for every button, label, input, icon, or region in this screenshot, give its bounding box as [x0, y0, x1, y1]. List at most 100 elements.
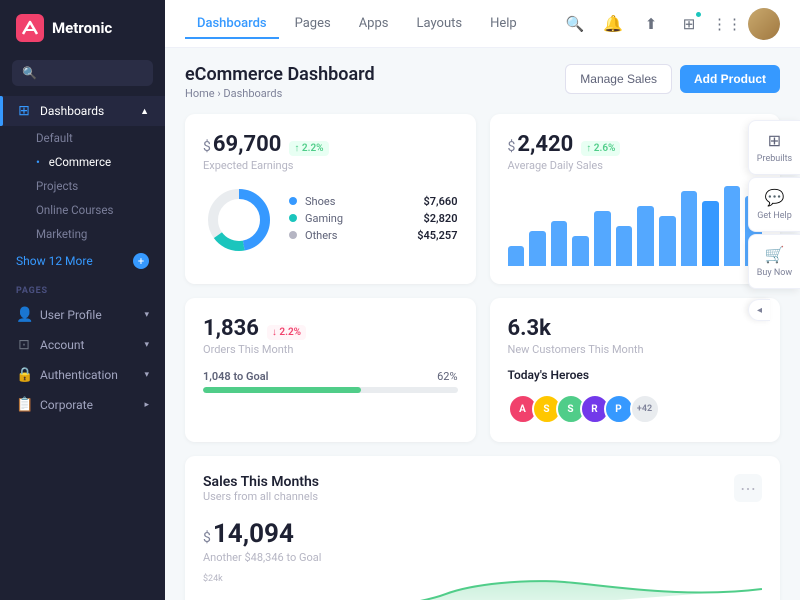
sidebar-sub-marketing[interactable]: Marketing [0, 222, 165, 246]
right-panel: ⊞ Prebuilts 💬 Get Help 🛒 Buy Now ◂ [748, 120, 800, 321]
sidebar-sub-default[interactable]: Default [0, 126, 165, 150]
tab-apps[interactable]: Apps [347, 10, 401, 39]
pages-section-label: PAGES [0, 276, 165, 300]
prebuilts-label: Prebuilts [757, 154, 792, 164]
sidebar-sub-ecommerce[interactable]: eCommerce [0, 150, 165, 174]
auth-icon: 🔒 [16, 367, 32, 383]
daily-value: 2,420 [517, 132, 573, 157]
daily-currency: $ [508, 139, 516, 155]
get-help-label: Get Help [757, 211, 792, 221]
legend-others: Others $45,257 [289, 229, 458, 242]
buy-now-button[interactable]: 🛒 Buy Now [748, 234, 800, 289]
orders-label: Orders This Month [203, 343, 458, 356]
sidebar-item-corporate[interactable]: 📋 Corporate ▸ [0, 390, 165, 420]
sidebar-item-authentication[interactable]: 🔒 Authentication ▾ [0, 360, 165, 390]
area-chart-canvas [235, 574, 762, 600]
bell-icon: 🔔 [603, 14, 623, 33]
get-help-icon: 💬 [765, 188, 785, 207]
tab-pages[interactable]: Pages [283, 10, 343, 39]
page-header: eCommerce Dashboard Home › Dashboards Ma… [185, 64, 780, 100]
search-button[interactable]: 🔍 [558, 7, 592, 41]
chevron-down-icon: ▾ [144, 340, 149, 350]
content-area: eCommerce Dashboard Home › Dashboards Ma… [165, 48, 800, 600]
logo-icon [16, 14, 44, 42]
prebuilts-button[interactable]: ⊞ Prebuilts [748, 120, 800, 175]
tab-layouts[interactable]: Layouts [405, 10, 475, 39]
logo[interactable]: Metronic [0, 0, 165, 56]
others-value: $45,257 [417, 229, 457, 242]
prebuilts-icon: ⊞ [768, 131, 781, 150]
apps-button[interactable]: ⋮⋮ [710, 7, 744, 41]
bar-1 [529, 231, 546, 266]
sidebar-search[interactable]: 🔍 [12, 60, 153, 86]
tab-help[interactable]: Help [478, 10, 529, 39]
card-earnings: $ 69,700 ↑ 2.2% Expected Earnings [185, 114, 476, 284]
sidebar-sub-projects[interactable]: Projects [0, 174, 165, 198]
shoes-value: $7,660 [423, 195, 457, 208]
earnings-label: Expected Earnings [203, 159, 458, 172]
tab-dashboards[interactable]: Dashboards [185, 10, 279, 39]
area-chart-svg [235, 574, 762, 600]
bar-chart [508, 186, 763, 266]
y-axis-labels: $24k $20.5k [203, 574, 230, 600]
chevron-down-icon: ▾ [144, 370, 149, 380]
bar-8 [681, 191, 698, 266]
sales-currency: $ [203, 530, 211, 546]
gaming-dot [289, 214, 297, 222]
card-customers: 6.3k New Customers This Month Today's He… [490, 298, 781, 442]
progress-bar-wrap: 1,048 to Goal 62% [203, 370, 458, 393]
earnings-value: 69,700 [213, 132, 282, 157]
plus-icon: + [133, 253, 149, 269]
bar-10 [724, 186, 741, 266]
heroes-avatars: A S S R P +42 [508, 394, 763, 424]
shoes-label: Shoes [305, 195, 415, 208]
donut-legend: Shoes $7,660 Gaming $2,820 Others $45,25… [289, 195, 458, 246]
search-icon: 🔍 [22, 66, 37, 80]
sidebar-item-user-profile[interactable]: 👤 User Profile ▾ [0, 300, 165, 330]
sales-subtitle: Users from all channels [203, 490, 319, 503]
chevron-up-icon: ▲ [140, 106, 149, 117]
others-label: Others [305, 229, 409, 242]
progress-pct-label: 62% [437, 370, 457, 383]
gaming-value: $2,820 [423, 212, 457, 225]
sidebar: Metronic 🔍 ⊞ Dashboards ▲ Default eComme… [0, 0, 165, 600]
collapse-button[interactable]: ◂ [748, 299, 770, 321]
topnav: Dashboards Pages Apps Layouts Help 🔍 🔔 ⬆… [165, 0, 800, 48]
grid-button[interactable]: ⊞ [672, 7, 706, 41]
user-avatar[interactable] [748, 8, 780, 40]
notifications-button[interactable]: 🔔 [596, 7, 630, 41]
avatar-image [748, 8, 780, 40]
legend-shoes: Shoes $7,660 [289, 195, 458, 208]
bar-5 [616, 226, 633, 266]
daily-label: Average Daily Sales [508, 159, 763, 172]
get-help-button[interactable]: 💬 Get Help [748, 177, 800, 232]
dashboards-label: Dashboards [40, 104, 104, 118]
heroes-title: Today's Heroes [508, 368, 763, 382]
card-daily-sales: $ 2,420 ↑ 2.6% Average Daily Sales [490, 114, 781, 284]
orders-value: 1,836 [203, 316, 259, 341]
manage-sales-button[interactable]: Manage Sales [565, 64, 672, 94]
card-orders: 1,836 ↓ 2.2% Orders This Month 1,048 to … [185, 298, 476, 442]
upload-button[interactable]: ⬆ [634, 7, 668, 41]
sales-area-chart: $24k $20.5k [203, 574, 762, 600]
buy-now-label: Buy Now [757, 268, 792, 278]
main-area: Dashboards Pages Apps Layouts Help 🔍 🔔 ⬆… [165, 0, 800, 600]
sidebar-sub-online-courses[interactable]: Online Courses [0, 198, 165, 222]
breadcrumb-home[interactable]: Home [185, 87, 215, 100]
legend-gaming: Gaming $2,820 [289, 212, 458, 225]
bar-6 [637, 206, 654, 266]
header-actions: Manage Sales Add Product [565, 64, 780, 94]
sidebar-item-dashboards[interactable]: ⊞ Dashboards ▲ [0, 96, 165, 126]
add-product-button[interactable]: Add Product [680, 65, 780, 93]
progress-fill [203, 387, 361, 393]
sidebar-item-account[interactable]: ⊡ Account ▾ [0, 330, 165, 360]
sales-menu-button[interactable]: ⋯ [734, 474, 762, 502]
logo-text: Metronic [52, 19, 112, 37]
daily-badge: ↑ 2.6% [581, 141, 620, 156]
show-more-button[interactable]: Show 12 More + [0, 246, 165, 276]
dashboards-icon: ⊞ [16, 103, 32, 119]
orders-badge: ↓ 2.2% [267, 325, 306, 340]
bar-9 [702, 201, 719, 266]
bar-0 [508, 246, 525, 266]
bar-2 [551, 221, 568, 266]
